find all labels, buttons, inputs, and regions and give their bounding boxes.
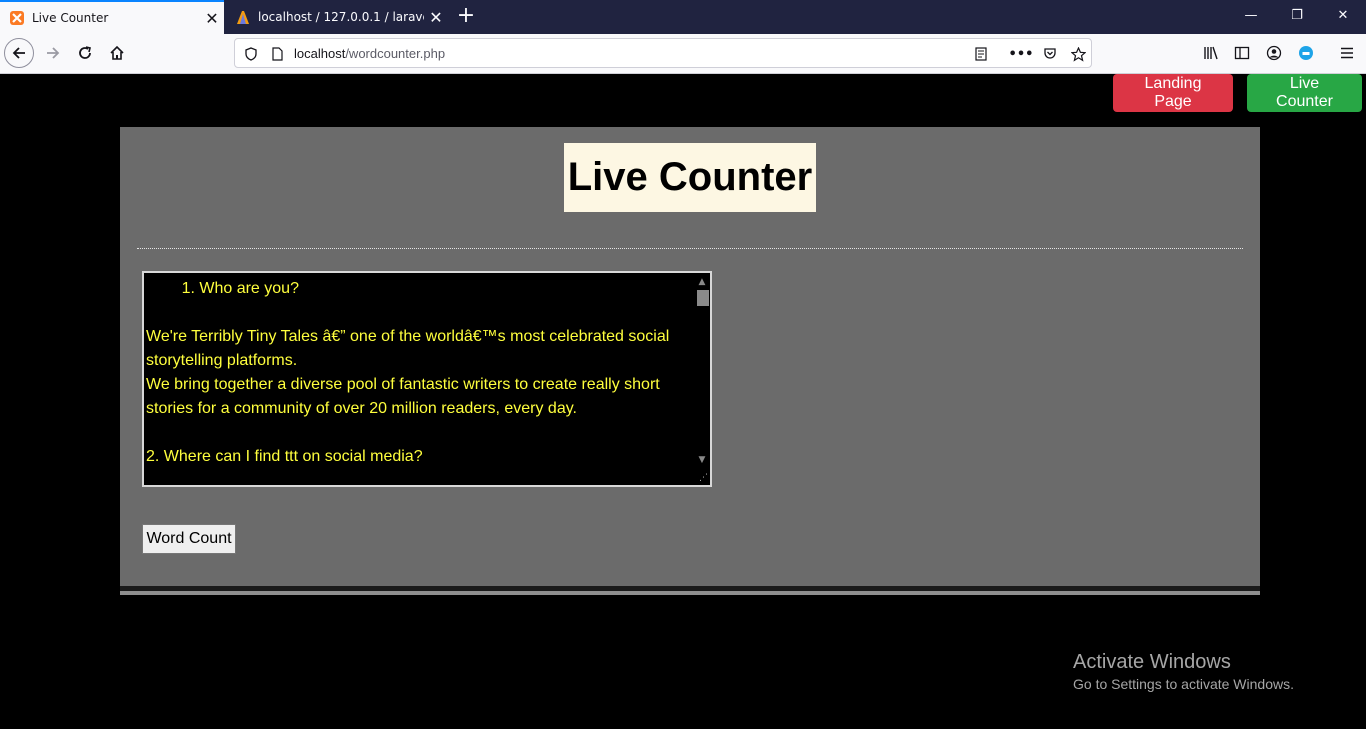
scrollbar[interactable]: ▲ ▼ — [694, 273, 710, 485]
counter-panel: Live Counter 1. Who are you? We're Terri… — [120, 127, 1260, 586]
more-icon[interactable]: ••• — [1009, 44, 1034, 64]
pocket-icon[interactable] — [1040, 44, 1060, 64]
heading-box: Live Counter — [564, 143, 816, 212]
scroll-down-icon[interactable]: ▼ — [694, 453, 710, 467]
url-text[interactable]: localhost/wordcounter.php — [294, 46, 445, 61]
reload-icon[interactable] — [70, 38, 100, 68]
tab-phpmyadmin[interactable]: localhost / 127.0.0.1 / larave / w ✕ — [226, 0, 448, 34]
reader-view-icon[interactable] — [971, 44, 991, 64]
tab-title: Live Counter — [32, 11, 109, 25]
tab-title: localhost / 127.0.0.1 / larave / w — [258, 10, 424, 24]
forward-icon[interactable] — [38, 38, 68, 68]
page-content: Landing Page Live Counter Live Counter 1… — [0, 74, 1366, 729]
word-count-button[interactable]: Word Count — [142, 524, 236, 554]
shield-icon[interactable] — [241, 44, 261, 64]
scroll-thumb[interactable] — [697, 290, 709, 306]
watermark-title: Activate Windows — [1073, 651, 1231, 673]
browser-tab-bar: Live Counter ✕ localhost / 127.0.0.1 / l… — [0, 0, 1366, 34]
account-icon[interactable] — [1259, 38, 1289, 68]
divider — [137, 248, 1243, 249]
minimize-icon[interactable]: — — [1228, 0, 1274, 32]
phpmyadmin-icon — [235, 9, 251, 25]
watermark-subtitle: Go to Settings to activate Windows. — [1073, 676, 1294, 692]
text-input[interactable]: 1. Who are you? We're Terribly Tiny Tale… — [144, 273, 694, 485]
new-tab-icon[interactable]: + — [452, 2, 480, 30]
text-input-wrapper: 1. Who are you? We're Terribly Tiny Tale… — [142, 271, 712, 487]
resize-grip-icon[interactable]: ⋰ — [698, 473, 708, 483]
sidebar-icon[interactable] — [1227, 38, 1257, 68]
bottom-divider-light — [120, 591, 1260, 595]
menu-icon[interactable] — [1332, 38, 1362, 68]
url-path: /wordcounter.php — [345, 46, 446, 61]
bookmark-star-icon[interactable] — [1068, 44, 1088, 64]
scroll-up-icon[interactable]: ▲ — [694, 275, 710, 289]
extension-icon[interactable] — [1291, 38, 1321, 68]
xampp-icon — [9, 10, 25, 26]
page-title: Live Counter — [567, 155, 813, 199]
browser-nav-bar: localhost/wordcounter.php ••• — [0, 34, 1366, 74]
close-icon[interactable]: ✕ — [424, 8, 448, 27]
back-icon[interactable] — [4, 38, 34, 68]
url-bar[interactable]: localhost/wordcounter.php ••• — [234, 38, 1092, 68]
tab-live-counter[interactable]: Live Counter ✕ — [0, 0, 224, 34]
windows-watermark: Activate Windows Go to Settings to activ… — [1073, 651, 1294, 692]
window-close-icon[interactable]: ✕ — [1320, 0, 1366, 32]
landing-page-button[interactable]: Landing Page — [1113, 74, 1233, 112]
library-icon[interactable] — [1196, 38, 1226, 68]
home-icon[interactable] — [102, 38, 132, 68]
restore-icon[interactable]: ❐ — [1274, 0, 1320, 32]
live-counter-button[interactable]: Live Counter — [1247, 74, 1362, 112]
page-icon — [267, 44, 287, 64]
url-host: localhost — [294, 46, 346, 61]
close-icon[interactable]: ✕ — [200, 9, 224, 28]
